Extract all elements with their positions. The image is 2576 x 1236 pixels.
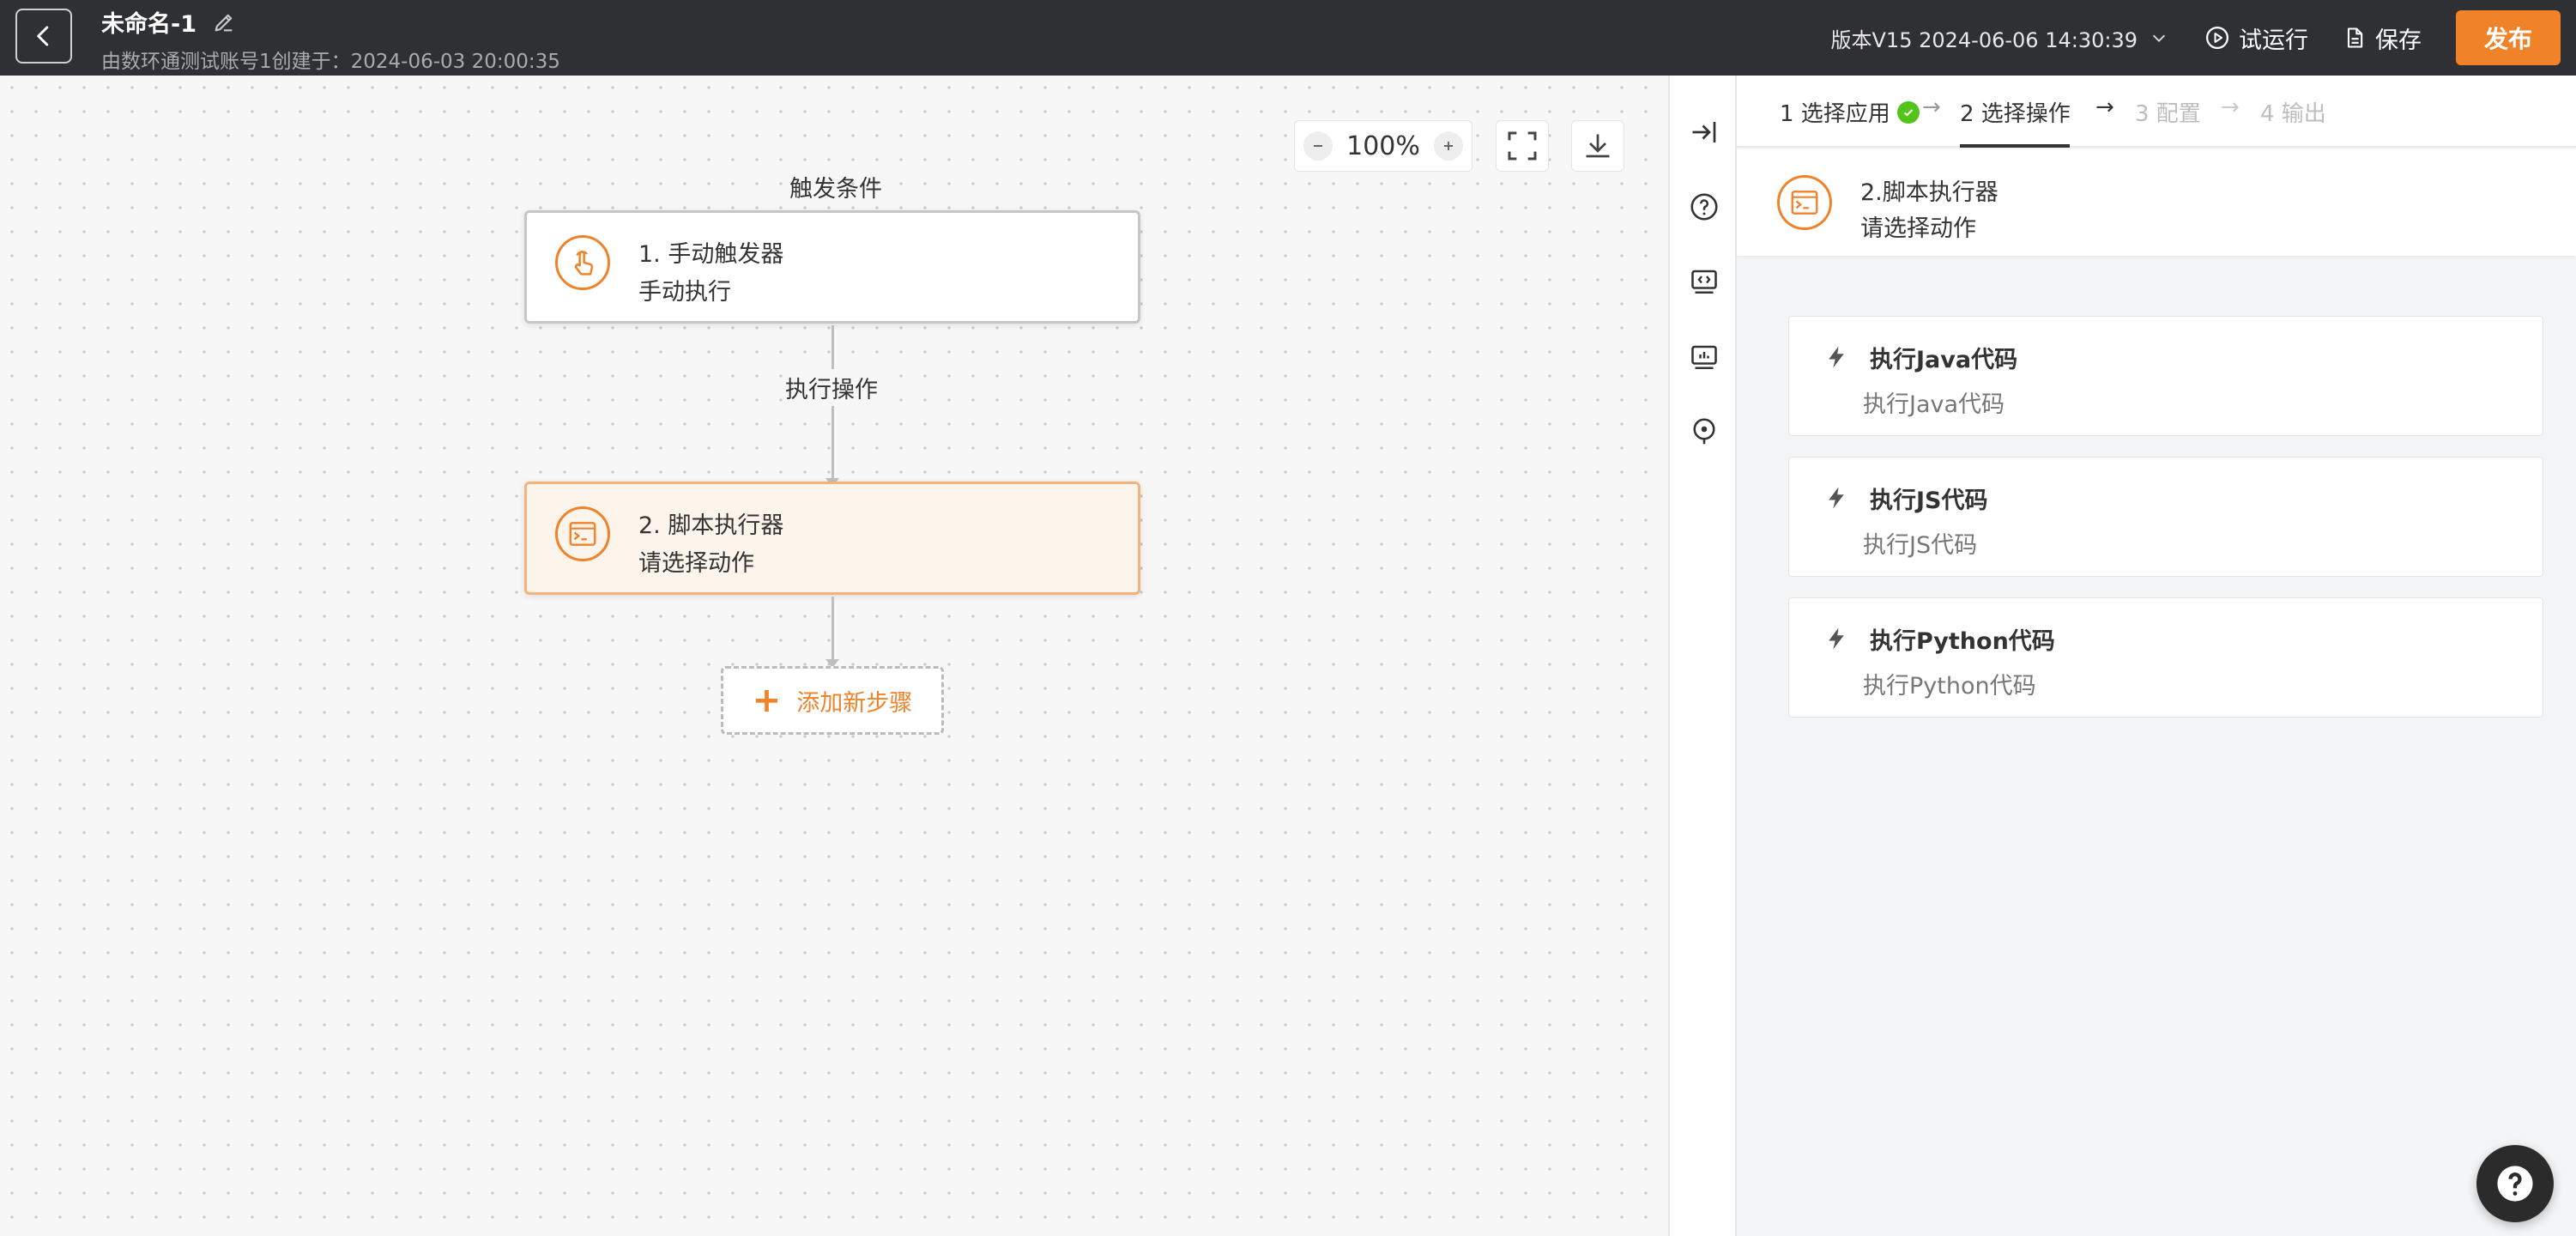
chart-monitor-icon	[1691, 345, 1717, 370]
terminal-icon	[1777, 175, 1832, 230]
step-config[interactable]: 3 配置	[2135, 96, 2201, 128]
fullscreen-icon	[1508, 131, 1537, 161]
fullscreen-button[interactable]	[1496, 120, 1549, 172]
document-icon	[2347, 27, 2363, 48]
action-title: 执行JS代码	[1870, 488, 1988, 514]
question-circle-icon	[1690, 193, 1718, 221]
action-option[interactable]: 执行JS代码 执行JS代码	[1788, 457, 2543, 577]
collapse-panel-button[interactable]	[1685, 113, 1723, 151]
step-output[interactable]: 4 输出	[2260, 96, 2326, 128]
step-arrow-icon: →	[2221, 94, 2240, 120]
version-label: 版本V15 2024-06-06 14:30:39	[1830, 27, 2138, 52]
location-button[interactable]	[1685, 413, 1723, 451]
step-tabs: 1 选择应用 → 2 选择操作 → 3 配置 → 4 输出	[1737, 76, 2576, 148]
zoom-level: 100%	[1346, 130, 1420, 161]
terminal-icon	[555, 506, 610, 561]
action-title: 执行Java代码	[1870, 347, 2018, 373]
version-select[interactable]: 版本V15 2024-06-06 14:30:39	[1831, 23, 2168, 53]
lightning-icon	[1829, 487, 1844, 509]
lightning-icon	[1829, 346, 1844, 368]
trial-run-button[interactable]: 试运行	[2204, 21, 2308, 55]
action-section-label: 执行操作	[783, 369, 880, 406]
add-step-label: 添加新步骤	[796, 689, 913, 717]
selected-app-title: 2.脚本执行器	[1860, 179, 1999, 206]
step-label: 3 配置	[2135, 101, 2201, 127]
help-button[interactable]	[1685, 188, 1723, 226]
edit-icon[interactable]	[212, 10, 236, 34]
hand-pointer-icon	[555, 235, 610, 290]
connector-line	[831, 437, 834, 480]
minus-icon	[1314, 145, 1322, 147]
trial-run-label: 试运行	[2239, 27, 2308, 54]
chevron-down-icon	[2152, 34, 2166, 42]
action-desc: 执行Python代码	[1863, 673, 2036, 700]
download-icon	[1586, 134, 1610, 158]
step-label: 4 输出	[2260, 101, 2326, 127]
selected-app-desc: 请选择动作	[1860, 215, 1976, 242]
zoom-in-button[interactable]	[1434, 131, 1463, 161]
floating-help-button[interactable]	[2476, 1145, 2554, 1222]
node-desc: 手动执行	[638, 279, 731, 306]
step-label: 1 选择应用	[1780, 101, 1890, 127]
action-desc: 执行JS代码	[1863, 532, 1978, 559]
save-button[interactable]: 保存	[2343, 21, 2422, 55]
lightning-icon	[1829, 627, 1844, 650]
side-toolbar	[1668, 76, 1737, 1236]
chevron-left-icon	[37, 26, 49, 46]
action-option[interactable]: 执行Java代码 执行Java代码	[1788, 316, 2543, 436]
node-title: 2. 脚本执行器	[638, 512, 784, 539]
node-desc: 请选择动作	[638, 550, 754, 577]
logs-button[interactable]	[1685, 338, 1723, 376]
play-circle-icon	[2206, 27, 2228, 49]
step-arrow-icon: →	[1922, 94, 1941, 120]
back-button[interactable]	[15, 9, 72, 64]
workflow-title: 未命名-1	[101, 11, 197, 38]
code-button[interactable]	[1685, 263, 1723, 300]
publish-button[interactable]: 发布	[2456, 10, 2561, 65]
zoom-control: 100%	[1294, 120, 1472, 172]
action-desc: 执行Java代码	[1863, 391, 2005, 418]
workflow-node-script[interactable]: 2. 脚本执行器 请选择动作	[524, 482, 1140, 595]
step-label: 2 选择操作	[1960, 101, 2071, 127]
pin-icon	[1693, 418, 1715, 445]
step-arrow-icon: →	[2095, 94, 2114, 120]
action-option[interactable]: 执行Python代码 执行Python代码	[1788, 597, 2543, 718]
connector-line	[831, 597, 834, 662]
selected-app-header: 2.脚本执行器 请选择动作	[1737, 149, 2576, 256]
action-title: 执行Python代码	[1870, 628, 2055, 655]
active-step-indicator	[1960, 144, 2070, 148]
plus-icon	[1444, 142, 1453, 150]
node-title: 1. 手动触发器	[638, 241, 784, 268]
code-icon	[1691, 270, 1717, 294]
trigger-section-label: 触发条件	[789, 176, 882, 203]
top-header: 未命名-1 由数环通测试账号1创建于：2024-06-03 20:00:35 版…	[0, 0, 2576, 76]
config-panel: 1 选择应用 → 2 选择操作 → 3 配置 → 4 输出 2.脚本执行器 请选…	[1737, 76, 2576, 1236]
step-select-action[interactable]: 2 选择操作	[1960, 96, 2071, 128]
zoom-out-button[interactable]	[1303, 131, 1333, 161]
workflow-canvas[interactable]: 100% 触发条件 1. 手动触发器 手动执行 执行操作 2. 脚本执行器 请选…	[0, 76, 1668, 1236]
collapse-right-icon	[1692, 122, 1716, 142]
workflow-node-trigger[interactable]: 1. 手动触发器 手动执行	[524, 210, 1140, 324]
add-step-button[interactable]: + 添加新步骤	[721, 666, 944, 735]
save-label: 保存	[2375, 27, 2422, 54]
question-bubble-icon	[2497, 1166, 2533, 1202]
created-info: 由数环通测试账号1创建于：2024-06-03 20:00:35	[101, 51, 560, 73]
download-button[interactable]	[1571, 120, 1624, 172]
plus-icon: +	[752, 681, 782, 720]
check-circle-icon	[1896, 100, 1920, 124]
step-select-app[interactable]: 1 选择应用	[1780, 96, 1920, 128]
